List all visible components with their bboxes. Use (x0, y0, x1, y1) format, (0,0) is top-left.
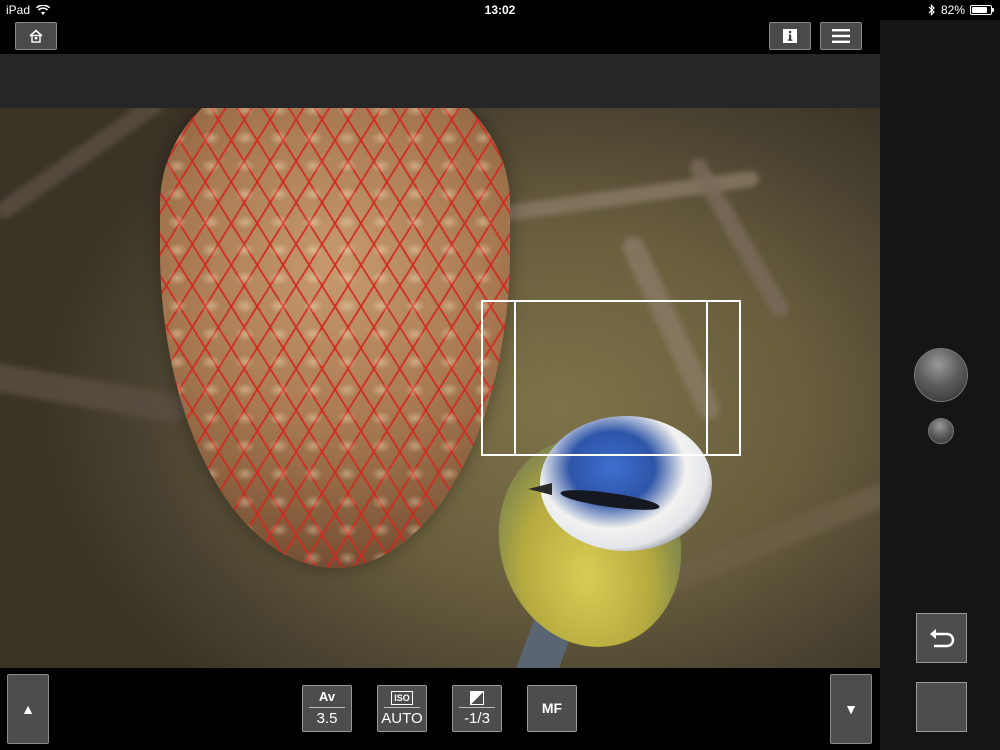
peanut-feeder (160, 108, 510, 568)
aperture-value: 3.5 (316, 710, 338, 727)
focus-mode-button[interactable]: MF (527, 685, 577, 732)
exposure-label-wrap (459, 686, 495, 708)
iso-control[interactable]: ISO AUTO (377, 685, 427, 732)
exposure-value: -1/3 (464, 710, 490, 727)
av-label: Av (309, 686, 345, 708)
scroll-down-button[interactable]: ▼ (830, 674, 872, 744)
shutter-button[interactable] (914, 348, 968, 402)
live-view-image[interactable] (0, 108, 880, 668)
iso-value: AUTO (381, 710, 423, 727)
status-bar: iPad 13:02 82% (0, 0, 1000, 20)
info-icon (783, 29, 797, 43)
branch (0, 108, 168, 222)
battery-icon (970, 5, 994, 15)
iso-label-wrap: ISO (384, 686, 420, 708)
wifi-icon (36, 4, 51, 15)
home-icon (29, 29, 43, 43)
battery-fill (972, 7, 987, 13)
af-point-frame[interactable] (514, 300, 708, 456)
top-toolbar (0, 20, 880, 54)
peanut-texture (160, 108, 510, 568)
menu-button[interactable] (820, 22, 862, 50)
focus-mode-label: MF (541, 700, 563, 716)
status-left: iPad (6, 3, 51, 17)
battery-percent: 82% (940, 3, 965, 17)
info-button[interactable] (769, 22, 811, 50)
down-arrow-icon: ▼ (844, 701, 858, 717)
exposure-compensation-icon (470, 690, 484, 705)
clock: 13:02 (484, 3, 516, 17)
branch (0, 359, 191, 425)
aperture-control[interactable]: Av 3.5 (302, 685, 352, 732)
bluetooth-icon (928, 4, 935, 16)
iso-icon: ISO (391, 690, 413, 705)
return-arrow-icon (929, 629, 954, 648)
bottom-toolbar: ▲ Av 3.5 ISO AUTO -1/3 MF ▼ (0, 668, 880, 750)
info-display-band (0, 54, 880, 108)
status-right: 82% (928, 3, 994, 17)
af-button[interactable] (928, 418, 954, 444)
hamburger-menu-icon (832, 29, 850, 43)
return-button[interactable] (916, 613, 967, 663)
right-control-panel (880, 20, 1000, 750)
home-button[interactable] (15, 22, 57, 50)
device-name: iPad (6, 3, 31, 17)
scroll-up-button[interactable]: ▲ (7, 674, 49, 744)
blank-button[interactable] (916, 682, 967, 732)
exposure-compensation-control[interactable]: -1/3 (452, 685, 502, 732)
up-arrow-icon: ▲ (21, 701, 35, 717)
